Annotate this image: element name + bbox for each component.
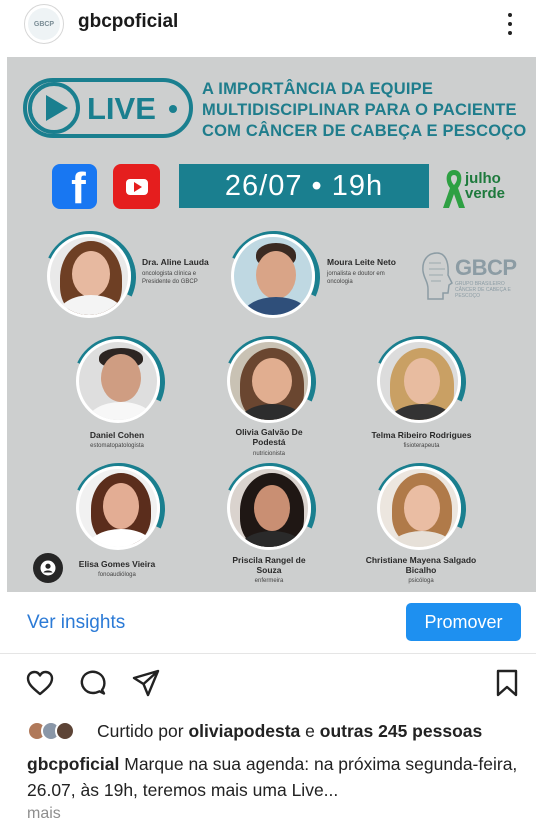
view-insights-link[interactable]: Ver insights	[27, 612, 125, 634]
speaker-role: fonoaudióloga	[98, 572, 136, 578]
liked-by-line[interactable]: Curtido por oliviapodesta e outras 245 p…	[27, 719, 482, 743]
comment-icon[interactable]	[78, 668, 108, 698]
date-time-banner: 26/07 • 19h	[179, 164, 429, 208]
speaker-name: Christiane Mayena Salgado Bicalho	[365, 555, 477, 575]
speaker-role: enfermeira	[254, 578, 284, 584]
julho-verde-label: julho verde	[465, 171, 505, 201]
post-header: GBCP gbcpoficial	[0, 0, 536, 52]
liked-by-connector: e	[305, 720, 315, 741]
liked-by-user[interactable]: oliviapodesta	[188, 721, 300, 742]
instagram-post-screen: GBCP gbcpoficial LIVE A IMPORTÂNCIA DA E…	[0, 0, 536, 823]
heart-icon[interactable]	[25, 668, 55, 698]
speaker-photo-elisa	[76, 466, 160, 550]
speaker-photo-moura	[231, 234, 315, 318]
promote-button[interactable]: Promover	[406, 603, 521, 641]
liked-by-prefix: Curtido por	[97, 720, 184, 741]
live-logo: LIVE	[23, 78, 193, 138]
speaker-name: Telma Ribeiro Rodrigues	[371, 430, 472, 440]
speaker-name: Priscila Rangel de Souza	[232, 555, 306, 575]
speaker-role: nutricionista	[252, 451, 285, 457]
post-image[interactable]: LIVE A IMPORTÂNCIA DA EQUIPE MULTIDISCIP…	[7, 57, 536, 592]
speaker-name: Olivia Galvão De Podestá	[235, 427, 303, 447]
share-icon[interactable]	[131, 668, 161, 698]
headline: A IMPORTÂNCIA DA EQUIPE MULTIDISCIPLINAR…	[202, 80, 527, 140]
youtube-icon	[113, 164, 160, 209]
speaker-photo-telma	[377, 339, 461, 423]
green-ribbon-icon	[443, 170, 465, 208]
speaker-role: jornalista e doutor em oncologia	[327, 271, 385, 285]
live-label: LIVE	[87, 91, 156, 126]
post-caption: gbcpoficial Marque na sua agenda: na pró…	[27, 751, 527, 803]
caption-more-link[interactable]: mais	[27, 805, 61, 823]
gbcp-logo-text: GBCP	[455, 255, 517, 280]
liker-avatar	[55, 721, 75, 741]
facebook-icon: f	[52, 164, 97, 209]
liker-avatars	[27, 720, 93, 742]
gbcp-logo: GBCP GRUPO BRASILEIRO CÂNCER DE CABEÇA E…	[419, 249, 519, 303]
speaker-role: fisioterapeuta	[403, 443, 440, 449]
speaker-name: Moura Leite Neto	[327, 257, 396, 267]
speaker-name: Elisa Gomes Vieira	[78, 559, 156, 569]
liked-by-others[interactable]: outras 245 pessoas	[320, 721, 482, 742]
avatar-logo: GBCP	[28, 8, 60, 40]
speaker-name: Dra. Aline Lauda	[142, 257, 209, 267]
verde-text: verde	[465, 185, 506, 202]
caption-username[interactable]: gbcpoficial	[27, 754, 119, 774]
gbcp-logo-subtitle: GRUPO BRASILEIRO CÂNCER DE CABEÇA E PESC…	[455, 281, 511, 299]
speaker-role: psicóloga	[408, 578, 434, 584]
post-actions	[0, 668, 536, 704]
julho-text: julho	[465, 170, 501, 187]
speaker-name: Daniel Cohen	[89, 430, 145, 440]
tagged-users-icon[interactable]	[33, 553, 63, 583]
speaker-role: estomatopatologista	[90, 443, 144, 449]
speaker-role: oncologista clínica e Presidente do GBCP	[142, 271, 198, 285]
speaker-photo-daniel	[76, 339, 160, 423]
speaker-photo-christiane	[377, 466, 461, 550]
speaker-photo-olivia	[227, 339, 311, 423]
bookmark-icon[interactable]	[494, 668, 520, 698]
username-link[interactable]: gbcpoficial	[78, 11, 178, 33]
more-options-icon[interactable]	[502, 10, 518, 38]
speaker-photo-aline	[47, 234, 131, 318]
insights-row: Ver insights Promover	[0, 596, 536, 654]
speaker-photo-priscila	[227, 466, 311, 550]
profile-avatar[interactable]: GBCP	[24, 4, 64, 44]
